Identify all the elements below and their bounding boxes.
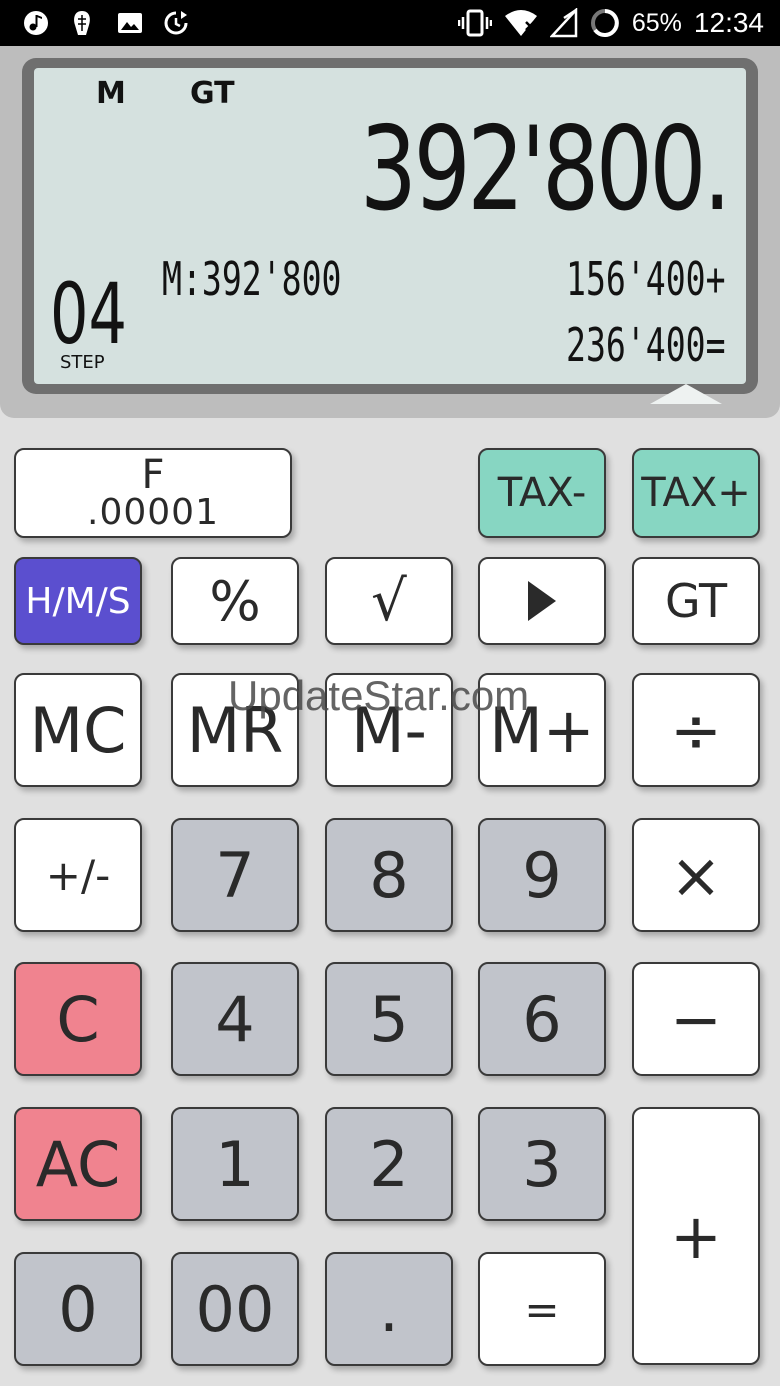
digit-5-button[interactable]: 5 bbox=[325, 962, 453, 1076]
decimal-precision-label: .00001 bbox=[87, 492, 219, 533]
digit-0-button[interactable]: 0 bbox=[14, 1252, 142, 1366]
clear-button[interactable]: C bbox=[14, 962, 142, 1076]
memory-recall-button[interactable]: MR bbox=[171, 673, 299, 787]
memory-minus-button[interactable]: M- bbox=[325, 673, 453, 787]
tax-minus-button[interactable]: TAX- bbox=[478, 448, 606, 538]
sign-toggle-button[interactable]: +/- bbox=[14, 818, 142, 932]
tape-line-1: 156'400+ bbox=[566, 252, 726, 306]
battery-percent: 65% bbox=[631, 8, 682, 37]
decimal-setting-button[interactable]: F .00001 bbox=[14, 448, 292, 538]
digit-7-button[interactable]: 7 bbox=[171, 818, 299, 932]
square-root-button[interactable]: √ bbox=[325, 557, 453, 645]
multiply-button[interactable]: × bbox=[632, 818, 760, 932]
memory-clear-button[interactable]: MC bbox=[14, 673, 142, 787]
memory-plus-button[interactable]: M+ bbox=[478, 673, 606, 787]
equals-button[interactable]: = bbox=[478, 1252, 606, 1366]
grand-total-button[interactable]: GT bbox=[632, 557, 760, 645]
memory-value: M:392'800 bbox=[162, 252, 342, 306]
step-forward-button[interactable] bbox=[478, 557, 606, 645]
memory-indicator: M bbox=[96, 76, 126, 111]
step-counter: 04 bbox=[50, 265, 127, 363]
percent-button[interactable]: % bbox=[171, 557, 299, 645]
no-signal-icon bbox=[549, 8, 578, 38]
double-zero-button[interactable]: 00 bbox=[171, 1252, 299, 1366]
clock: 12:34 bbox=[693, 7, 764, 38]
music-icon bbox=[24, 11, 48, 35]
battery-icon bbox=[590, 9, 619, 37]
grand-total-indicator: GT bbox=[190, 76, 235, 111]
image-icon bbox=[118, 13, 142, 33]
tape-line-2: 236'400= bbox=[566, 318, 726, 372]
display-panel[interactable]: M GT 392'800. M:392'800 156'400+ 236'400… bbox=[0, 46, 780, 418]
main-result: 392'800. bbox=[359, 102, 732, 237]
add-button[interactable]: + bbox=[632, 1107, 760, 1365]
subtract-button[interactable]: − bbox=[632, 962, 760, 1076]
status-right: 65% 12:34 bbox=[457, 6, 764, 40]
status-bar: 65% 12:34 bbox=[0, 0, 780, 46]
play-icon bbox=[528, 581, 556, 621]
decimal-point-button[interactable]: . bbox=[325, 1252, 453, 1366]
decimal-mode-label: F bbox=[141, 452, 165, 498]
hms-button[interactable]: H/M/S bbox=[14, 557, 142, 645]
all-clear-button[interactable]: AC bbox=[14, 1107, 142, 1221]
digit-2-button[interactable]: 2 bbox=[325, 1107, 453, 1221]
digit-6-button[interactable]: 6 bbox=[478, 962, 606, 1076]
sync-icon bbox=[164, 11, 188, 35]
digit-4-button[interactable]: 4 bbox=[171, 962, 299, 1076]
tax-plus-button[interactable]: TAX+ bbox=[632, 448, 760, 538]
digit-3-button[interactable]: 3 bbox=[478, 1107, 606, 1221]
digit-9-button[interactable]: 9 bbox=[478, 818, 606, 932]
divide-button[interactable]: ÷ bbox=[632, 673, 760, 787]
digit-1-button[interactable]: 1 bbox=[171, 1107, 299, 1221]
wifi-icon bbox=[504, 10, 537, 36]
lcd-screen: M GT 392'800. M:392'800 156'400+ 236'400… bbox=[34, 68, 746, 384]
step-label: STEP bbox=[60, 352, 105, 373]
app-icon bbox=[74, 11, 90, 35]
digit-8-button[interactable]: 8 bbox=[325, 818, 453, 932]
expand-tab-icon[interactable] bbox=[650, 384, 722, 404]
vibrate-icon bbox=[457, 9, 492, 37]
